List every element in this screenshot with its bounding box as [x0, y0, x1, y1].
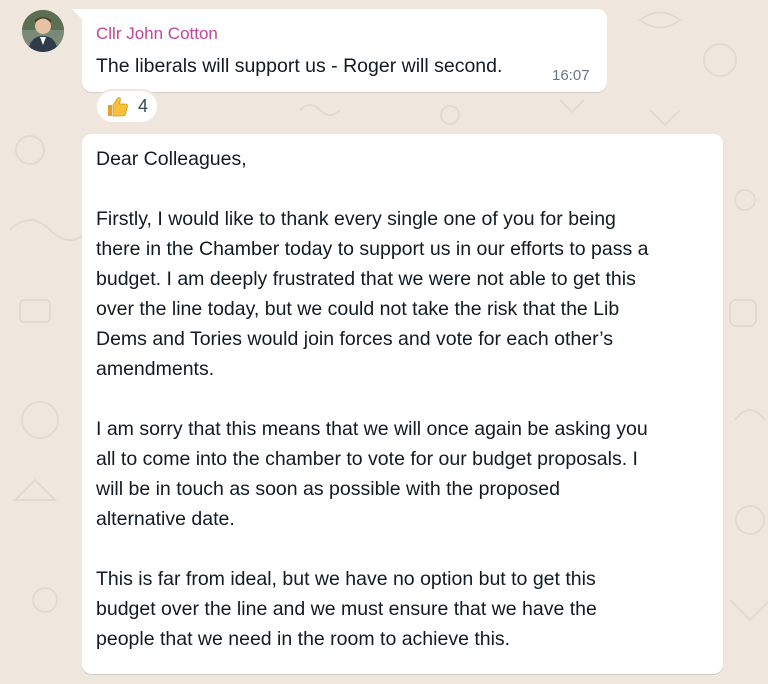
- text-line: Dems and Tories would join forces and vo…: [96, 328, 614, 350]
- thumbs-up-icon: [107, 96, 128, 116]
- message-bubble[interactable]: Cllr John Cotton The liberals will suppo…: [82, 9, 607, 92]
- sender-name[interactable]: Cllr John Cotton: [96, 24, 218, 44]
- text-line: Firstly, I would like to thank every sin…: [96, 208, 616, 230]
- text-line: budget over the line and we must ensure …: [96, 598, 597, 620]
- message-text: The liberals will support us - Roger wil…: [96, 55, 503, 77]
- message-bubble[interactable]: Dear Colleagues, Firstly, I would like t…: [82, 134, 723, 674]
- text-line: This is far from ideal, but we have no o…: [96, 568, 596, 590]
- text-line: people that we need in the room to achie…: [96, 628, 511, 650]
- greeting: Dear Colleagues,: [96, 148, 247, 170]
- message-body: Dear Colleagues, Firstly, I would like t…: [96, 144, 721, 684]
- text-line: there in the Chamber today to support us…: [96, 238, 649, 260]
- message-timestamp: 16:07: [552, 67, 590, 84]
- avatar-photo: [22, 10, 64, 52]
- text-line: I am sorry that this means that we will …: [96, 418, 648, 440]
- reaction-count: 4: [137, 96, 148, 116]
- text-line: over the line today, but we could not ta…: [96, 298, 620, 320]
- text-line: amendments.: [96, 358, 215, 380]
- reaction-badge[interactable]: 4: [95, 89, 159, 124]
- text-line: will be in touch as soon as possible wit…: [96, 478, 560, 500]
- text-line: budget. I am deeply frustrated that we w…: [96, 268, 636, 290]
- sender-avatar[interactable]: [22, 10, 64, 52]
- paragraph: I am sorry that this means that we will …: [96, 414, 721, 534]
- text-line: alternative date.: [96, 508, 235, 530]
- text-line: all to come into the chamber to vote for…: [96, 448, 638, 470]
- paragraph: This is far from ideal, but we have no o…: [96, 564, 721, 654]
- paragraph: Firstly, I would like to thank every sin…: [96, 204, 721, 384]
